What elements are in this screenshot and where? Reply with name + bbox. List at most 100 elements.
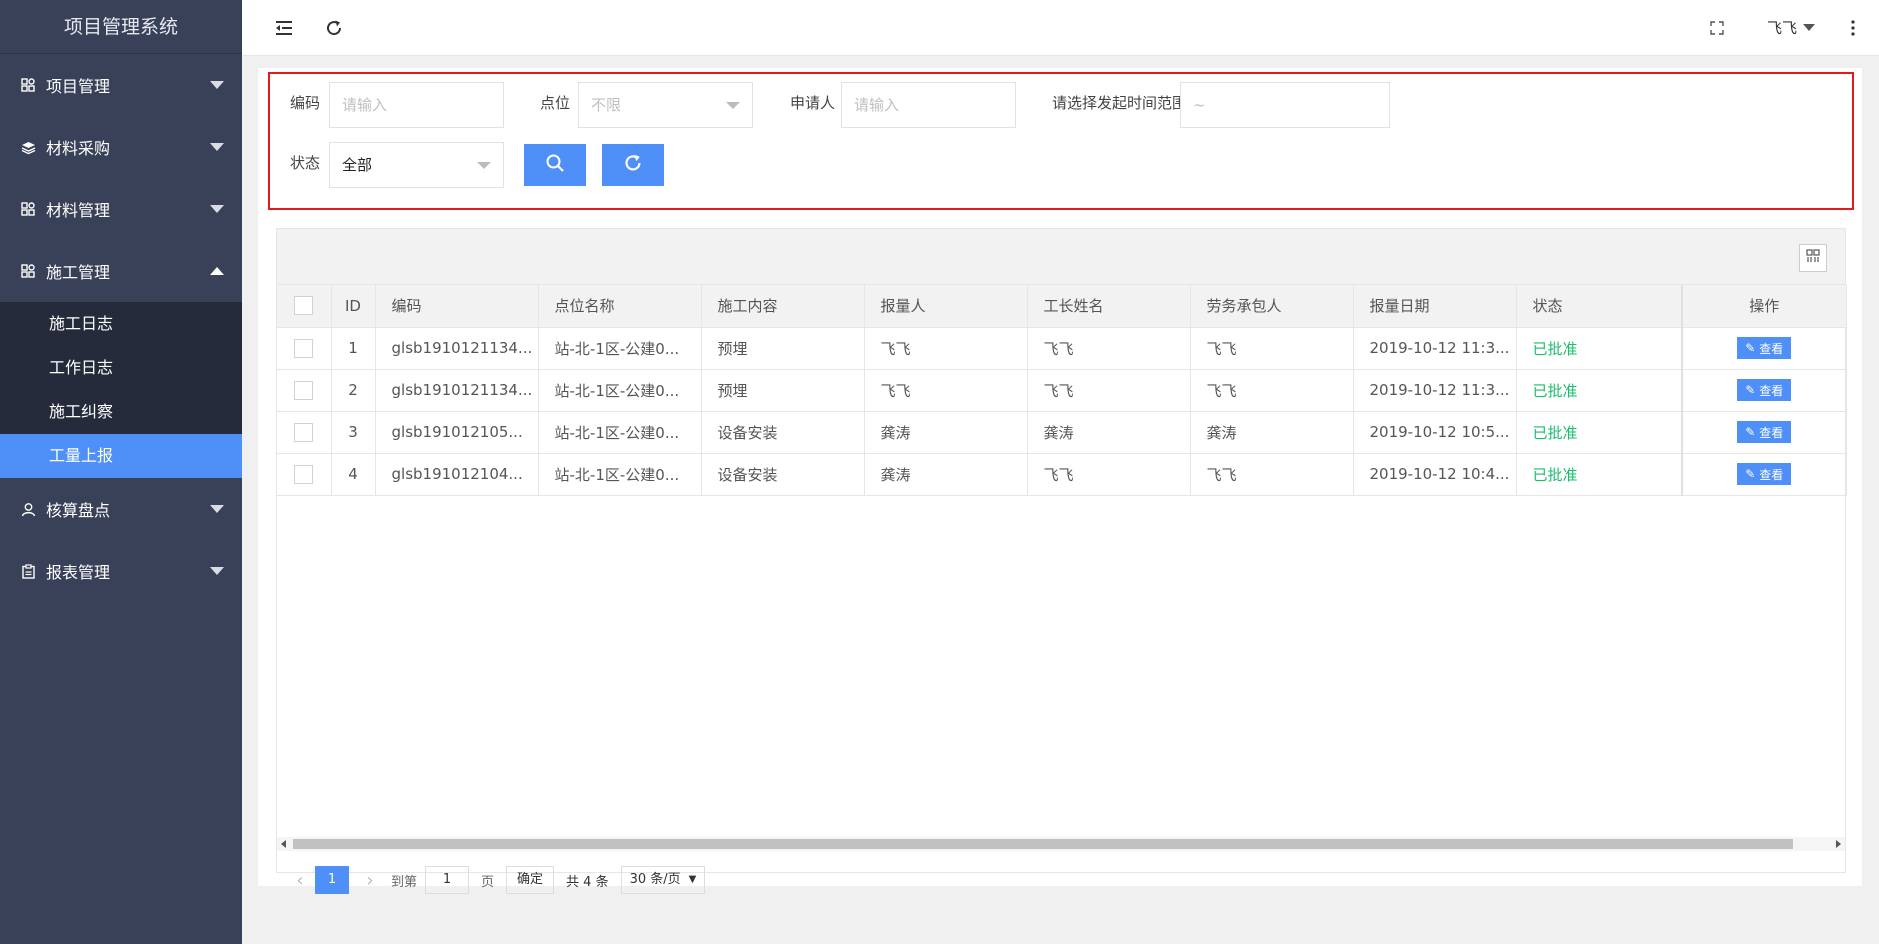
action-cell: ✎ 查看 <box>1681 453 1847 496</box>
total-count: 共 4 条 <box>566 874 609 890</box>
row-checkbox[interactable] <box>294 338 314 358</box>
reset-button[interactable] <box>602 144 664 186</box>
chevron-down-icon <box>726 102 740 109</box>
column-header: 报量日期 <box>1353 285 1517 328</box>
row-select-cell <box>277 453 332 496</box>
sidebar-subitem-inspection[interactable]: 施工纠察 <box>0 390 242 434</box>
contractor-cell: 飞飞 <box>1190 369 1354 412</box>
next-page-icon[interactable]: › <box>363 870 377 891</box>
caret-down-icon <box>1803 24 1815 31</box>
page-number-current[interactable]: 1 <box>315 866 349 894</box>
point-select[interactable]: 不限 <box>578 82 753 128</box>
content-cell: 设备安装 <box>701 453 865 496</box>
chevron-down-icon <box>477 162 491 169</box>
view-button[interactable]: ✎ 查看 <box>1737 337 1792 359</box>
date-cell: 2019-10-12 11:3... <box>1353 369 1517 412</box>
action-cell: ✎ 查看 <box>1681 369 1847 412</box>
refresh-icon[interactable] <box>322 16 346 40</box>
user-menu[interactable]: 飞飞 <box>1767 17 1815 38</box>
view-button[interactable]: ✎ 查看 <box>1737 463 1792 485</box>
goto-label: 到第 <box>391 874 418 890</box>
status-cell: 已批准 <box>1516 327 1683 370</box>
code-cell: glsb1910121134... <box>375 369 539 412</box>
status-select-value: 全部 <box>342 156 373 174</box>
chevron-down-icon <box>210 81 224 89</box>
content-cell: 设备安装 <box>701 411 865 454</box>
page-size-value: 30 条/页 <box>629 872 681 887</box>
scroll-left-icon[interactable] <box>281 840 286 848</box>
sidebar-item-reports[interactable]: 报表管理 <box>0 540 242 602</box>
data-table: ID 编码 点位名称 施工内容 报量人 工长姓名 劳务承包人 报量日期 状态 操… <box>277 285 1847 496</box>
view-button-label: 查看 <box>1759 425 1784 440</box>
edit-icon: ✎ <box>1745 383 1756 397</box>
grid-icon <box>20 201 36 217</box>
sidebar-item-label: 项目管理 <box>46 77 111 96</box>
horizontal-scrollbar[interactable] <box>277 837 1845 851</box>
sidebar-item-purchase[interactable]: 材料采购 <box>0 116 242 178</box>
edit-icon: ✎ <box>1745 341 1756 355</box>
row-checkbox[interactable] <box>294 464 314 484</box>
sidebar-item-construction[interactable]: 施工管理 <box>0 240 242 302</box>
applicant-input[interactable]: 请输入 <box>841 82 1016 128</box>
date-cell: 2019-10-12 11:3... <box>1353 327 1517 370</box>
edit-icon: ✎ <box>1745 467 1756 481</box>
sidebar-item-materials[interactable]: 材料管理 <box>0 178 242 240</box>
id-cell: 3 <box>331 411 376 454</box>
row-select-cell <box>277 327 332 370</box>
scrollbar-thumb[interactable] <box>293 839 1793 849</box>
table-toolbar <box>277 229 1845 285</box>
code-cell: glsb191012105... <box>375 411 539 454</box>
column-header: 点位名称 <box>538 285 702 328</box>
chevron-down-icon <box>210 505 224 513</box>
sidebar: 项目管理系统 项目管理 材料采购 材料管理 施工管理 施工日志 工作日志 施工纠… <box>0 0 242 944</box>
page-unit-label: 页 <box>481 874 495 890</box>
row-checkbox[interactable] <box>294 422 314 442</box>
select-all-checkbox[interactable] <box>294 296 314 316</box>
grid-icon <box>20 263 36 279</box>
reporter-cell: 龚涛 <box>864 411 1028 454</box>
view-button-label: 查看 <box>1759 467 1784 482</box>
goto-confirm-button[interactable]: 确定 <box>506 866 555 894</box>
point-label: 点位 <box>540 94 571 112</box>
view-button[interactable]: ✎ 查看 <box>1737 379 1792 401</box>
sidebar-item-label: 核算盘点 <box>46 501 111 520</box>
time-range-input[interactable]: ~ <box>1180 82 1390 128</box>
sidebar-subitem-work-log[interactable]: 工作日志 <box>0 346 242 390</box>
sidebar-item-project[interactable]: 项目管理 <box>0 54 242 116</box>
view-button-label: 查看 <box>1759 383 1784 398</box>
content-cell: 预埋 <box>701 327 865 370</box>
scroll-right-icon[interactable] <box>1836 840 1841 848</box>
point-select-value: 不限 <box>591 96 622 114</box>
id-cell: 4 <box>331 453 376 496</box>
sidebar-subitem-quantity-report[interactable]: 工量上报 <box>0 434 242 478</box>
id-cell: 2 <box>331 369 376 412</box>
view-button[interactable]: ✎ 查看 <box>1737 421 1792 443</box>
code-input[interactable]: 请输入 <box>329 82 504 128</box>
status-select[interactable]: 全部 <box>329 142 504 188</box>
user-icon <box>20 501 36 517</box>
column-header: 工长姓名 <box>1027 285 1191 328</box>
fullscreen-icon[interactable] <box>1705 16 1729 40</box>
more-options-icon[interactable] <box>1841 16 1865 40</box>
goto-page-input[interactable]: 1 <box>425 866 470 894</box>
collapse-menu-icon[interactable] <box>272 16 296 40</box>
construction-submenu: 施工日志 工作日志 施工纠察 工量上报 <box>0 302 242 478</box>
sidebar-item-label: 材料管理 <box>46 201 111 220</box>
column-settings-button[interactable] <box>1799 244 1827 272</box>
column-header: 状态 <box>1516 285 1683 328</box>
point-name-cell: 站-北-1区-公建0... <box>538 327 702 370</box>
sidebar-item-accounting[interactable]: 核算盘点 <box>0 478 242 540</box>
search-button[interactable] <box>524 144 586 186</box>
prev-page-icon[interactable]: ‹ <box>293 870 307 891</box>
table-row: 2 glsb1910121134... 站-北-1区-公建0... 预埋 飞飞 … <box>277 369 1847 412</box>
username: 飞飞 <box>1766 19 1797 37</box>
sidebar-item-label: 报表管理 <box>46 563 111 582</box>
reporter-cell: 龚涛 <box>864 453 1028 496</box>
page-size-select[interactable]: 30 条/页 ▼ <box>620 866 706 894</box>
contractor-cell: 飞飞 <box>1190 453 1354 496</box>
sidebar-subitem-construction-log[interactable]: 施工日志 <box>0 302 242 346</box>
chevron-down-icon <box>210 567 224 575</box>
column-header: 劳务承包人 <box>1190 285 1354 328</box>
content-cell: 预埋 <box>701 369 865 412</box>
row-checkbox[interactable] <box>294 380 314 400</box>
